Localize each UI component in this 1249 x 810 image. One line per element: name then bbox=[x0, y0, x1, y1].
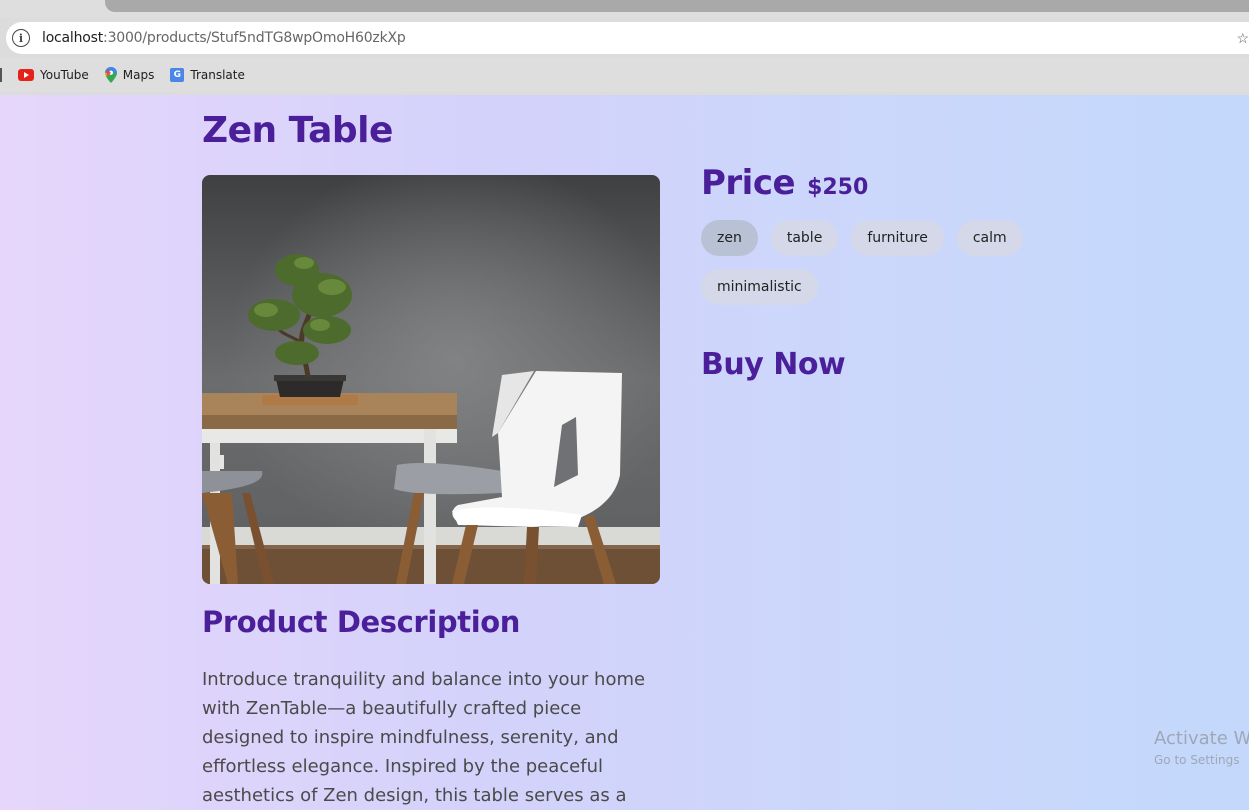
bookmark-label: YouTube bbox=[40, 68, 89, 82]
buy-now-button[interactable]: Buy Now bbox=[701, 347, 846, 382]
bookmarks-bar: YouTube Maps G Translate bbox=[0, 58, 1249, 92]
maps-icon bbox=[104, 67, 117, 83]
watermark-line1: Activate W bbox=[1154, 728, 1249, 749]
bookmark-maps[interactable]: Maps bbox=[104, 67, 155, 83]
tag-list: zen table furniture calm minimalistic bbox=[701, 220, 1046, 305]
bookmark-youtube[interactable]: YouTube bbox=[18, 68, 89, 82]
page-viewport: Zen Table Price $250 zen table furniture… bbox=[0, 95, 1249, 810]
product-image bbox=[202, 175, 660, 584]
active-tab-edge[interactable] bbox=[105, 0, 1249, 12]
bookmark-translate[interactable]: G Translate bbox=[170, 68, 245, 82]
tab-strip bbox=[0, 0, 1249, 18]
bookmark-label: Maps bbox=[122, 68, 155, 82]
tag-chip[interactable]: table bbox=[770, 220, 839, 256]
bookmark-star-icon[interactable]: ☆ bbox=[1236, 30, 1249, 47]
bookmark-label: Translate bbox=[190, 68, 245, 82]
address-bar[interactable]: i localhost:3000/products/Stuf5ndTG8wpOm… bbox=[6, 22, 1249, 54]
tag-chip[interactable]: calm bbox=[956, 220, 1023, 256]
description-heading: Product Description bbox=[202, 605, 520, 639]
tag-chip[interactable]: zen bbox=[701, 220, 758, 256]
url-host: localhost bbox=[42, 30, 104, 46]
tag-chip[interactable]: furniture bbox=[851, 220, 944, 256]
watermark-line2: Go to Settings bbox=[1154, 753, 1240, 767]
description-text: Introduce tranquility and balance into y… bbox=[202, 669, 646, 806]
tag-chip[interactable]: minimalistic bbox=[701, 269, 818, 305]
url-text[interactable]: localhost:3000/products/Stuf5ndTG8wpOmoH… bbox=[42, 30, 406, 46]
price-label: Price bbox=[701, 163, 796, 203]
site-info-icon[interactable]: i bbox=[12, 29, 30, 47]
translate-icon: G bbox=[170, 68, 185, 82]
url-path: :3000/products/Stuf5ndTG8wpOmoH60zkXp bbox=[103, 30, 406, 46]
product-title: Zen Table bbox=[202, 110, 393, 151]
price-row: Price $250 bbox=[701, 163, 868, 203]
windows-activation-watermark: Activate W Go to Settings bbox=[1154, 728, 1249, 767]
youtube-icon bbox=[18, 69, 34, 81]
price-value: $250 bbox=[807, 175, 869, 200]
bookmarks-separator bbox=[0, 68, 2, 82]
